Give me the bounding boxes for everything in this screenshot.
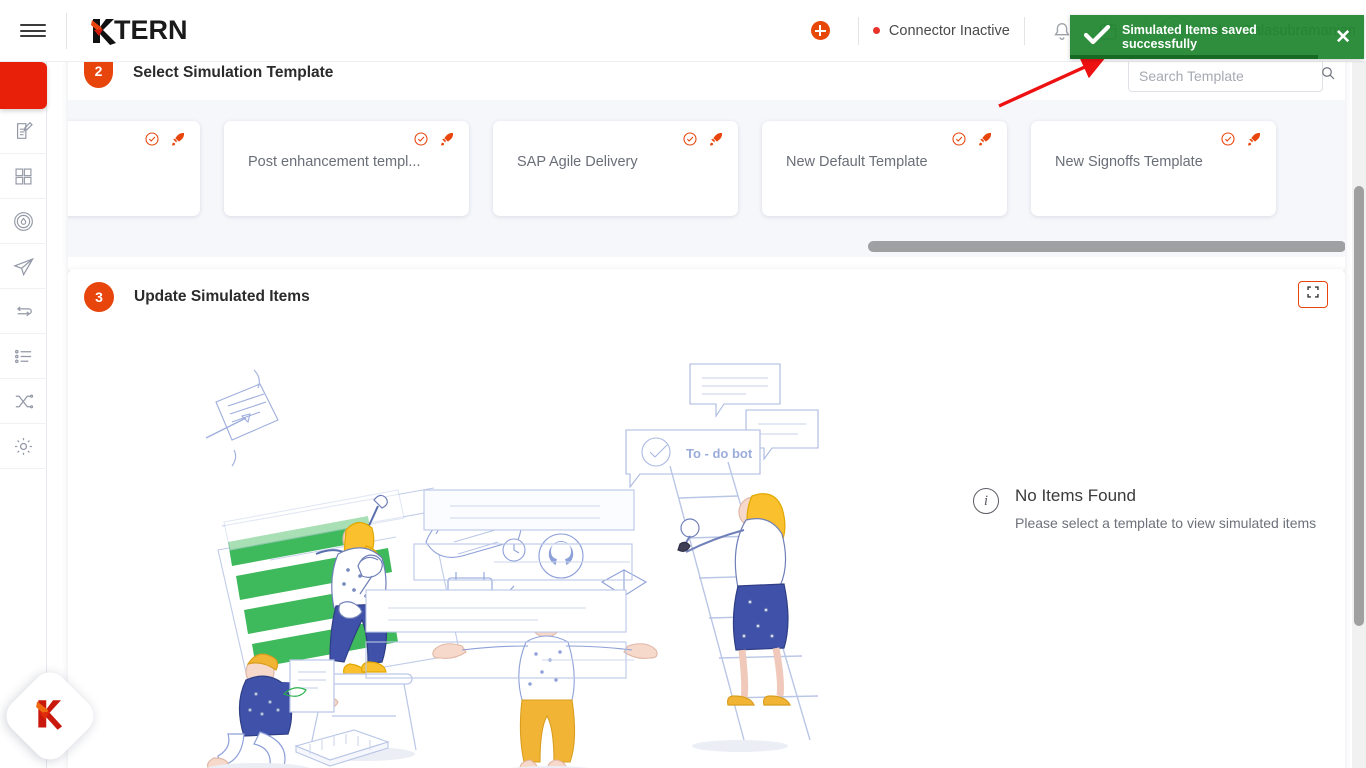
paper-plane-icon (12, 255, 35, 278)
sidebar-item-insights[interactable] (0, 199, 47, 244)
search-input[interactable] (1139, 67, 1320, 84)
page-vertical-scrollbar[interactable] (1352, 62, 1366, 768)
ktern-k-icon (35, 697, 65, 736)
sidebar-item-active-module[interactable] (0, 62, 47, 109)
template-card[interactable]: Post enhancement templ... (224, 121, 469, 216)
edit-document-icon (13, 120, 35, 142)
template-name: New Signoffs Template (1055, 154, 1203, 170)
logo-text: TERN (114, 15, 188, 45)
connector-status-label: Connector Inactive (888, 22, 1010, 39)
header-divider (1023, 16, 1025, 45)
empty-state-illustration: 31 (198, 354, 918, 768)
template-card[interactable]: SAP Agile Delivery (493, 121, 738, 216)
section-update-simulated-items: 3 Update Simulated Items To - do bot i N… (68, 269, 1345, 768)
template-card-icons (144, 131, 186, 152)
scrollbar-thumb[interactable] (1354, 186, 1364, 626)
section3-header: 3 Update Simulated Items (68, 269, 1345, 324)
toast-message: Simulated Items saved successfully (1122, 23, 1257, 51)
sidebar-item-documents[interactable] (0, 109, 47, 154)
gear-icon (12, 435, 35, 458)
toast-notification: Simulated Items saved successfully ✕ (1070, 15, 1364, 59)
template-card-icons (682, 131, 724, 152)
check-icon (1083, 24, 1111, 50)
ktern-logo[interactable]: TERN (90, 15, 188, 46)
info-icon: i (973, 488, 999, 514)
sidebar-item-dashboard[interactable] (0, 154, 47, 199)
step-badge-2: 2 (84, 62, 113, 88)
search-template-field[interactable] (1128, 62, 1335, 92)
close-icon[interactable]: ✕ (1335, 28, 1351, 47)
fullscreen-expand-button[interactable] (1298, 281, 1328, 308)
connector-status: Connector Inactive (872, 22, 1010, 39)
check-circle-icon[interactable] (144, 131, 160, 152)
toast-progress-bar (1070, 55, 1318, 59)
fullscreen-expand-icon (1306, 285, 1320, 304)
template-list: ...mplate (68, 121, 1276, 216)
rocket-icon[interactable] (977, 131, 993, 152)
template-card-icons (413, 131, 455, 152)
empty-state-title: No Items Found (1015, 486, 1136, 505)
sidebar-item-deploy[interactable] (0, 244, 47, 289)
sidebar-item-settings[interactable] (0, 424, 47, 469)
template-card[interactable]: ...mplate (68, 121, 200, 216)
check-circle-icon[interactable] (1220, 131, 1236, 152)
template-card[interactable]: New Default Template (762, 121, 1007, 216)
header-divider (857, 16, 859, 45)
shuffle-icon (12, 390, 35, 413)
rocket-icon[interactable] (1246, 131, 1262, 152)
plus-circle-icon[interactable] (810, 21, 830, 40)
empty-state-message: i No Items Found Please select a templat… (973, 486, 1316, 531)
rocket-icon[interactable] (439, 131, 455, 152)
list-icon (12, 345, 35, 368)
svg-text:To - do bot: To - do bot (686, 446, 753, 461)
template-name: SAP Agile Delivery (517, 154, 638, 170)
sidebar-item-sync[interactable] (0, 289, 47, 334)
empty-state: 31 (68, 324, 1345, 768)
hamburger-icon[interactable] (0, 0, 66, 62)
template-card[interactable]: New Signoffs Template (1031, 121, 1276, 216)
carousel-horizontal-scrollbar[interactable] (68, 241, 1345, 252)
grid-icon (13, 166, 34, 187)
page-content: 2 Select Simulation Template Search Temp… (47, 62, 1366, 768)
scrollbar-thumb[interactable] (868, 241, 1345, 252)
section3-title: Update Simulated Items (134, 287, 310, 305)
step-badge-3: 3 (84, 281, 114, 312)
logo-k-mark (90, 16, 116, 46)
template-card-icons (1220, 131, 1262, 152)
section2-header: 2 Select Simulation Template (68, 62, 1345, 100)
template-name: Post enhancement templ... (248, 154, 421, 170)
annotation-arrow (995, 56, 1106, 118)
empty-state-subtitle: Please select a template to view simulat… (1015, 515, 1317, 531)
search-icon[interactable] (1320, 65, 1336, 86)
rocket-icon[interactable] (708, 131, 724, 152)
check-circle-icon[interactable] (682, 131, 698, 152)
section-select-simulation-template: 2 Select Simulation Template Search Temp… (68, 62, 1345, 273)
sidebar-item-simulation[interactable] (0, 379, 47, 424)
sync-loop-icon (12, 300, 35, 323)
template-carousel[interactable]: ...mplate (68, 100, 1345, 257)
sidebar-item-backlog[interactable] (0, 334, 47, 379)
section2-title: Select Simulation Template (133, 63, 334, 81)
check-circle-icon[interactable] (413, 131, 429, 152)
rocket-icon[interactable] (170, 131, 186, 152)
status-dot-icon (872, 27, 880, 34)
flame-circle-icon (12, 210, 35, 233)
template-card-icons (951, 131, 993, 152)
header-divider (66, 12, 67, 49)
template-name: New Default Template (786, 154, 928, 170)
left-sidebar (0, 62, 47, 768)
check-circle-icon[interactable] (951, 131, 967, 152)
